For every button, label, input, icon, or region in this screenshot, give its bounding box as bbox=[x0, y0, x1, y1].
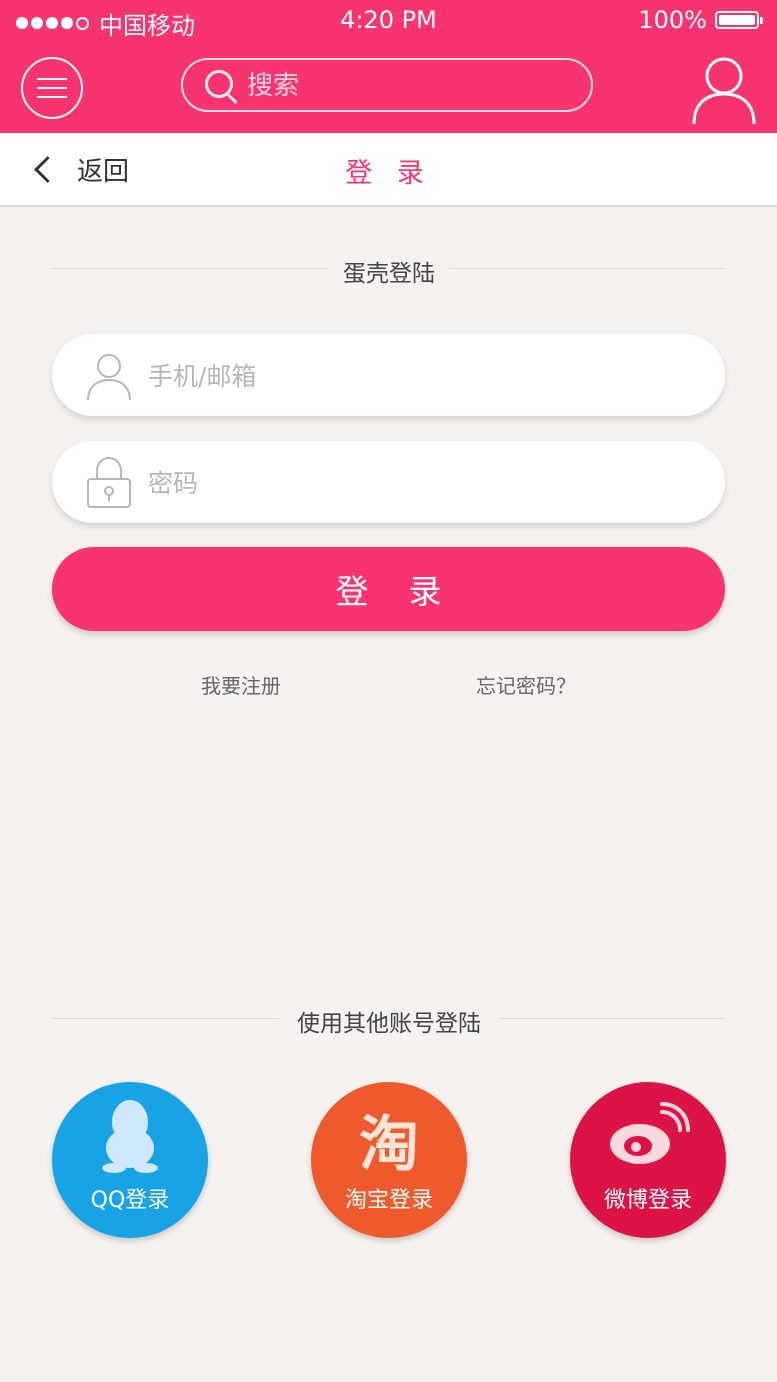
battery-percent: 100% bbox=[638, 6, 707, 34]
taobao-login-button[interactable]: 淘 淘宝登录 bbox=[311, 1082, 467, 1238]
user-profile-icon[interactable] bbox=[688, 52, 760, 126]
register-link[interactable]: 我要注册 bbox=[201, 670, 281, 699]
search-bar[interactable] bbox=[181, 58, 593, 112]
qq-login-button[interactable]: QQ登录 bbox=[52, 1082, 208, 1238]
menu-button[interactable] bbox=[21, 57, 83, 119]
qq-login-label: QQ登录 bbox=[90, 1188, 170, 1213]
weibo-login-label: 微博登录 bbox=[603, 1188, 692, 1213]
login-section-title: 蛋壳登陆 bbox=[329, 254, 449, 288]
status-bar: 中国移动 4:20 PM 100% bbox=[0, 0, 777, 44]
page-title: 登 录 bbox=[345, 158, 432, 189]
password-field[interactable] bbox=[52, 441, 725, 523]
navigation-bar: 返回 登 录 bbox=[0, 133, 777, 207]
search-icon bbox=[205, 70, 233, 98]
weibo-login-button[interactable]: 微博登录 bbox=[570, 1082, 726, 1238]
user-icon bbox=[87, 354, 131, 401]
taobao-icon: 淘 bbox=[359, 1110, 419, 1180]
social-section-title: 使用其他账号登陆 bbox=[279, 1004, 499, 1038]
login-button[interactable]: 登录 bbox=[52, 547, 725, 631]
taobao-login-label: 淘宝登录 bbox=[344, 1188, 433, 1213]
forgot-password-link[interactable]: 忘记密码？ bbox=[476, 670, 576, 699]
password-input[interactable] bbox=[146, 463, 690, 503]
search-input[interactable] bbox=[245, 67, 549, 105]
account-field[interactable] bbox=[52, 334, 725, 416]
lock-icon bbox=[87, 456, 131, 508]
account-input[interactable] bbox=[146, 356, 690, 396]
weibo-icon bbox=[610, 1102, 690, 1164]
qq-penguin-icon bbox=[102, 1100, 158, 1173]
battery-icon bbox=[715, 11, 763, 29]
top-header: 中国移动 4:20 PM 100% bbox=[0, 0, 777, 133]
battery-status: 100% bbox=[638, 6, 763, 34]
